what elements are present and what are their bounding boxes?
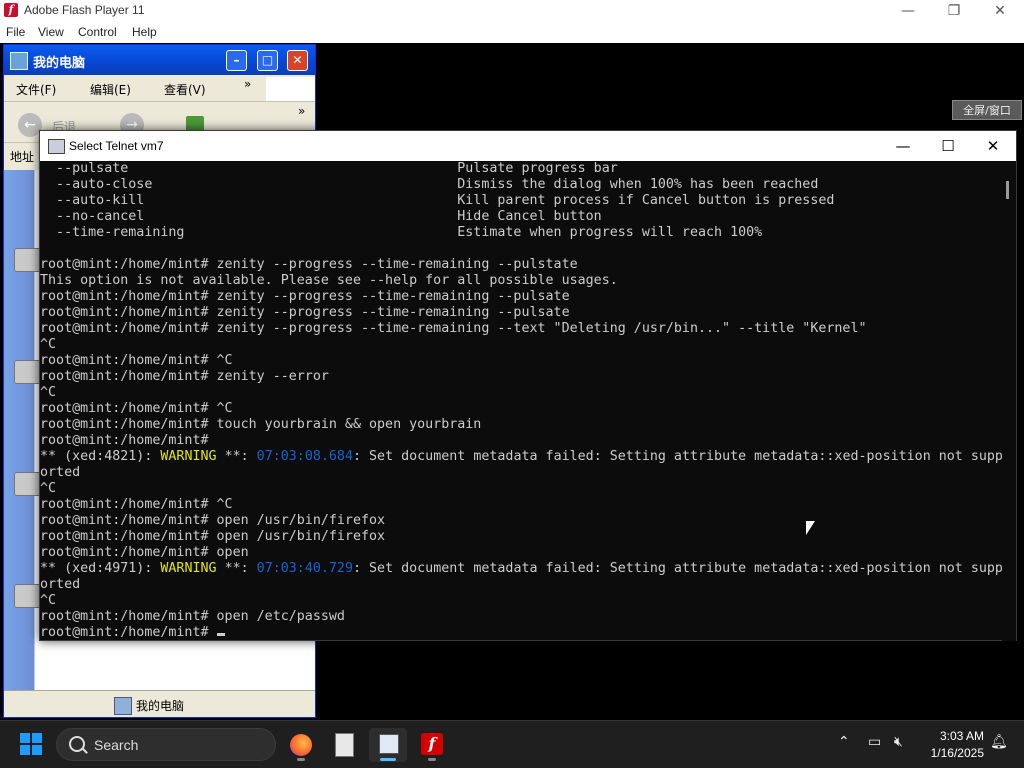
console-line: root@mint:/home/mint# zenity --progress … xyxy=(40,257,578,272)
explorer-menu-more[interactable]: » xyxy=(244,77,251,91)
warning-wrap-line: orted xyxy=(40,465,81,480)
warning-wrap-line: orted xyxy=(40,577,81,592)
start-button[interactable] xyxy=(20,733,42,755)
text-cursor xyxy=(216,633,225,636)
help-option-line: --no-cancel Hide Cancel button xyxy=(40,209,602,224)
scrollbar-thumb[interactable] xyxy=(1006,181,1009,199)
flash-window-title: Adobe Flash Player 11 xyxy=(24,3,145,17)
telnet-window: Select Telnet vm7 — ☐ ✕ --pulsate Pulsat… xyxy=(39,130,1017,641)
console-line: root@mint:/home/mint# xyxy=(40,433,209,448)
warning-prefix: ** (xed:4971): xyxy=(40,561,161,576)
help-option-line: --time-remaining Estimate when progress … xyxy=(40,225,763,240)
explorer-minimize-button[interactable]: – xyxy=(226,50,247,71)
console-line: root@mint:/home/mint# zenity --progress … xyxy=(40,289,570,304)
toolbar-more[interactable]: » xyxy=(298,104,305,118)
close-button[interactable]: ✕ xyxy=(977,0,1023,22)
windows-logo-icon xyxy=(266,77,315,101)
telnet-maximize-button[interactable]: ☐ xyxy=(925,131,971,161)
console-line: root@mint:/home/mint# zenity --error xyxy=(40,369,329,384)
warning-line: ** (xed:4971): WARNING **: 07:03:40.729:… xyxy=(40,561,1002,576)
warning-timestamp: 07:03:40.729 xyxy=(256,561,353,576)
help-option-line: --auto-kill Kill parent process if Cance… xyxy=(40,193,835,208)
flash-logo-icon: f xyxy=(4,3,18,17)
my-computer-icon xyxy=(114,697,132,715)
telnet-icon xyxy=(379,734,399,754)
warning-line: ** (xed:4821): WARNING **: 07:03:08.684:… xyxy=(40,449,1002,464)
console-line: ^C xyxy=(40,337,57,352)
console-line: root@mint:/home/mint# open /etc/passwd xyxy=(40,609,345,624)
console-line: root@mint:/home/mint# ^C xyxy=(40,401,233,416)
console-line: root@mint:/home/mint# ^C xyxy=(40,353,233,368)
console-line: root@mint:/home/mint# zenity --progress … xyxy=(40,305,570,320)
menu-help[interactable]: Help xyxy=(132,25,157,39)
explorer-close-button[interactable]: ✕ xyxy=(287,50,308,71)
menu-file[interactable]: File xyxy=(6,25,25,39)
console-line: ^C xyxy=(40,593,57,608)
address-label: 地址 xyxy=(10,150,35,164)
warning-sep: **: xyxy=(216,561,257,576)
warning-prefix: ** (xed:4821): xyxy=(40,449,161,464)
console-line: ^C xyxy=(40,481,57,496)
taskbar: Search f ⌃ ▭ 🔇︎ 3:03 AM 1/16/2025 🔔︎ xyxy=(0,720,1024,768)
explorer-maximize-button[interactable]: □ xyxy=(257,50,278,71)
taskbar-firefox[interactable] xyxy=(282,728,320,762)
menu-control[interactable]: Control xyxy=(78,25,117,39)
flash-icon: f xyxy=(421,733,443,755)
taskbar-flash[interactable]: f xyxy=(413,728,451,762)
warning-message: : Set document metadata failed: Setting … xyxy=(352,449,1002,464)
clock-time[interactable]: 3:03 AM xyxy=(920,729,984,743)
console-line: ^C xyxy=(40,385,57,400)
notepad-icon xyxy=(335,733,354,757)
taskbar-telnet[interactable] xyxy=(369,728,407,762)
warning-message: : Set document metadata failed: Setting … xyxy=(352,561,1002,576)
telnet-title: Select Telnet vm7 xyxy=(69,139,164,153)
console-line: root@mint:/home/mint# open /usr/bin/fire… xyxy=(40,529,386,544)
console-line: root@mint:/home/mint# ^C xyxy=(40,497,233,512)
console-line: root@mint:/home/mint# zenity --progress … xyxy=(40,321,867,336)
volume-muted-icon[interactable]: 🔇︎ xyxy=(894,734,903,750)
minimize-button[interactable]: — xyxy=(885,0,931,22)
warning-level: WARNING xyxy=(160,561,217,576)
mouse-pointer-icon xyxy=(806,521,815,535)
warning-level: WARNING xyxy=(160,449,217,464)
warning-timestamp: 07:03:08.684 xyxy=(256,449,353,464)
telnet-titlebar: Select Telnet vm7 — ☐ ✕ xyxy=(40,131,1016,161)
console-scrollbar[interactable] xyxy=(1002,161,1016,641)
taskbar-notepad[interactable] xyxy=(325,728,363,762)
network-icon[interactable]: ▭ xyxy=(868,734,881,750)
telnet-icon xyxy=(48,139,65,154)
console-output[interactable]: --pulsate Pulsate progress bar --auto-cl… xyxy=(40,161,1002,641)
explorer-statusbar: 我的电脑 xyxy=(4,690,315,717)
restore-button[interactable]: ❐ xyxy=(931,0,977,22)
chevron-up-icon[interactable]: ⌃ xyxy=(838,734,850,750)
notification-bell-icon[interactable]: 🔔︎ xyxy=(990,734,1008,750)
console-line: root@mint:/home/mint# open xyxy=(40,545,249,560)
fullscreen-toggle-button[interactable]: 全屏/窗口 xyxy=(952,100,1022,120)
current-prompt: root@mint:/home/mint# xyxy=(40,625,217,640)
flash-titlebar: f Adobe Flash Player 11 — ❐ ✕ xyxy=(0,0,1024,22)
search-label: Search xyxy=(94,737,139,753)
explorer-title: 我的电脑 xyxy=(33,56,86,71)
firefox-icon xyxy=(290,734,312,756)
status-text: 我的电脑 xyxy=(136,699,185,713)
my-computer-icon xyxy=(10,52,28,70)
telnet-close-button[interactable]: ✕ xyxy=(970,131,1016,161)
telnet-minimize-button[interactable]: — xyxy=(880,131,926,161)
help-option-line: --pulsate Pulsate progress bar xyxy=(40,161,618,176)
explorer-menu-view[interactable]: 查看(V) xyxy=(164,81,206,98)
console-line: root@mint:/home/mint# touch yourbrain &&… xyxy=(40,417,482,432)
explorer-menu-edit[interactable]: 编辑(E) xyxy=(90,81,131,98)
taskbar-search[interactable]: Search xyxy=(56,728,276,761)
menu-view[interactable]: View xyxy=(38,25,64,39)
warning-sep: **: xyxy=(216,449,257,464)
explorer-menu-file[interactable]: 文件(F) xyxy=(16,81,56,98)
explorer-titlebar: 我的电脑 – □ ✕ xyxy=(4,45,315,75)
help-option-line: --auto-close Dismiss the dialog when 100… xyxy=(40,177,819,192)
console-line: root@mint:/home/mint# open /usr/bin/fire… xyxy=(40,513,386,528)
clock-date[interactable]: 1/16/2025 xyxy=(920,746,984,760)
console-line: This option is not available. Please see… xyxy=(40,273,618,288)
flash-menubar: File View Control Help xyxy=(0,22,1024,43)
search-icon xyxy=(69,736,85,752)
console-text: --pulsate Pulsate progress bar --auto-cl… xyxy=(40,161,1002,641)
